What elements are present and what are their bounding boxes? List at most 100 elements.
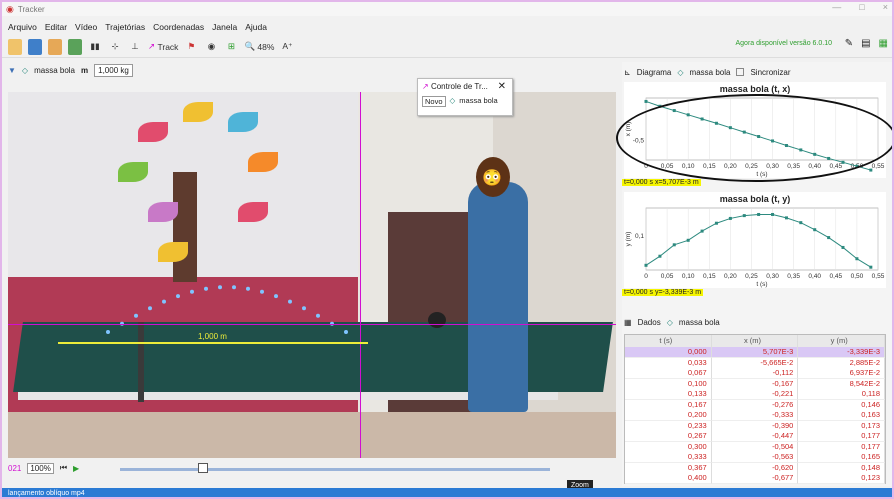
font-size-button[interactable]: A⁺	[280, 39, 294, 55]
table-cell[interactable]: 0,300	[625, 441, 712, 452]
calibration-icon[interactable]: ⊹	[108, 39, 122, 55]
table-cell[interactable]: 0,148	[798, 462, 886, 473]
axis-vertical[interactable]	[360, 92, 361, 458]
new-track-button[interactable]: Novo	[422, 96, 446, 107]
slider-knob[interactable]	[198, 463, 208, 473]
menu-ajuda[interactable]: Ajuda	[245, 22, 267, 32]
table-cell[interactable]: -0,504	[712, 441, 799, 452]
table-cell[interactable]: 0,163	[798, 410, 886, 421]
table-cell[interactable]: 0,123	[798, 473, 886, 484]
table-row[interactable]: 0,300 -0,504 0,177	[625, 441, 886, 452]
table-row[interactable]: 0,067 -0,112 6,937E-2	[625, 368, 886, 379]
notes-icon[interactable]: ▤	[861, 38, 870, 49]
table-cell[interactable]: 0,333	[625, 452, 712, 463]
table-row[interactable]: 0,000 5,707E-3 -3,339E-3	[625, 347, 886, 358]
menu-janela[interactable]: Janela	[212, 22, 237, 32]
table-row[interactable]: 0,100 -0,167 8,542E-2	[625, 378, 886, 389]
table-row[interactable]: 0,200 -0,333 0,163	[625, 410, 886, 421]
update-notice[interactable]: Agora disponível versão 6.0.10	[735, 40, 832, 47]
sync-checkbox[interactable]	[736, 68, 745, 76]
table-cell[interactable]: -0,390	[712, 420, 799, 431]
table-cell[interactable]: -0,677	[711, 473, 799, 484]
table-cell[interactable]: 0,165	[798, 452, 886, 463]
menu-arquivo[interactable]: Arquivo	[8, 22, 37, 32]
table-cell[interactable]: 5,707E-3	[711, 347, 799, 358]
reset-icon[interactable]: ⏮	[60, 463, 67, 473]
rate-field[interactable]: 100%	[27, 462, 54, 474]
track-name[interactable]: massa bola	[34, 66, 75, 75]
menu-coordenadas[interactable]: Coordenadas	[153, 22, 204, 32]
pencil-icon[interactable]: ✎	[845, 38, 853, 49]
table-cell[interactable]: -0,167	[712, 378, 799, 389]
play-icon[interactable]: ▶	[73, 464, 79, 473]
table-cell[interactable]: -5,665E-2	[712, 357, 799, 368]
table-row[interactable]: 0,400 -0,677 0,123	[625, 473, 886, 484]
table-cell[interactable]: 2,885E-2	[798, 357, 886, 368]
autotracker-icon[interactable]: ⚑	[184, 39, 198, 55]
table-cell[interactable]: 0,118	[798, 389, 886, 400]
data-table[interactable]: t (s) x (m) y (m) 0,000 5,707E-3 -3,339E-3…	[624, 334, 886, 484]
minimize-button[interactable]: —	[832, 2, 841, 12]
track-dropdown-icon[interactable]: ▼	[8, 66, 16, 75]
frame-slider[interactable]	[120, 468, 550, 471]
table-track-dropdown[interactable]: massa bola	[679, 318, 720, 327]
table-cell[interactable]: -0,112	[711, 368, 799, 379]
export-icon[interactable]	[68, 38, 82, 55]
diagram-dropdown[interactable]: Diagrama	[637, 68, 672, 77]
calibration-stick[interactable]	[58, 342, 368, 344]
table-cell[interactable]: 0,146	[798, 399, 886, 410]
table-cell[interactable]: -0,221	[711, 389, 799, 400]
table-row[interactable]: 0,167 -0,276 0,146	[625, 399, 886, 410]
track-button[interactable]: ↗ Track	[148, 39, 178, 55]
open-file-icon[interactable]	[8, 38, 22, 55]
frame-number[interactable]: 021	[8, 464, 21, 473]
visibility-icon[interactable]: ◉	[204, 39, 218, 55]
col-header-y[interactable]: y (m)	[798, 335, 886, 347]
calibration-length[interactable]: 1,000 m	[198, 332, 227, 341]
table-cell[interactable]: -0,333	[711, 410, 799, 421]
table-row[interactable]: 0,267 -0,447 0,177	[625, 431, 886, 442]
table-cell[interactable]: -3,339E-3	[798, 347, 886, 358]
table-cell[interactable]: 0,177	[798, 441, 886, 452]
save-icon[interactable]	[28, 38, 42, 55]
video-frame[interactable]: 😳 1,000 m	[8, 92, 616, 458]
table-cell[interactable]: 0,177	[798, 431, 886, 442]
table-cell[interactable]: 0,033	[625, 357, 712, 368]
menu-editar[interactable]: Editar	[45, 22, 67, 32]
table-cell[interactable]: 0,367	[625, 462, 712, 473]
measuring-tools-icon[interactable]: ⊞	[224, 39, 238, 55]
table-cell[interactable]: 0,400	[625, 473, 712, 484]
table-cell[interactable]: 0,100	[625, 378, 712, 389]
table-cell[interactable]: 0,200	[625, 410, 712, 421]
table-cell[interactable]: 0,067	[625, 368, 712, 379]
clip-settings-icon[interactable]: ▮▮	[88, 39, 102, 55]
table-cell[interactable]: 0,167	[625, 399, 712, 410]
table-cell[interactable]: -0,563	[711, 452, 799, 463]
col-header-t[interactable]: t (s)	[625, 335, 712, 347]
table-cell[interactable]: -0,276	[712, 399, 799, 410]
menu-trajetorias[interactable]: Trajetórias	[105, 22, 145, 32]
mass-field[interactable]: 1,000 kg	[94, 63, 133, 77]
table-row[interactable]: 0,367 -0,620 0,148	[625, 462, 886, 473]
menu-video[interactable]: Vídeo	[75, 22, 97, 32]
col-header-x[interactable]: x (m)	[712, 335, 799, 347]
axis-horizontal[interactable]	[8, 324, 616, 325]
table-cell[interactable]: 0,233	[625, 420, 712, 431]
axes-icon[interactable]: ⊥	[128, 39, 142, 55]
popup-track-button[interactable]: massa bola	[459, 96, 497, 107]
plot-y[interactable]: 0 0,05 0,10 0,15 0,20 0,25 0,30 0,35 0,40 0,45 0,5…	[624, 192, 886, 288]
table-row[interactable]: 0,133 -0,221 0,118	[625, 389, 886, 400]
table-cell[interactable]: -0,620	[712, 462, 799, 473]
close-button[interactable]: ×	[883, 2, 888, 12]
table-row[interactable]: 0,333 -0,563 0,165	[625, 452, 886, 463]
table-cell[interactable]: 0,173	[798, 420, 886, 431]
table-cell[interactable]: 0,000	[625, 347, 712, 358]
table-cell[interactable]: 6,937E-2	[798, 368, 886, 379]
zoom-button[interactable]: 🔍 48%	[244, 39, 274, 55]
data-dropdown[interactable]: Dados	[638, 318, 661, 327]
table-cell[interactable]: -0,447	[711, 431, 799, 442]
open-video-icon[interactable]	[48, 38, 62, 55]
table-cell[interactable]: 0,133	[625, 389, 712, 400]
popup-close-button[interactable]: ✕	[498, 81, 506, 92]
table-row[interactable]: 0,233 -0,390 0,173	[625, 420, 886, 431]
